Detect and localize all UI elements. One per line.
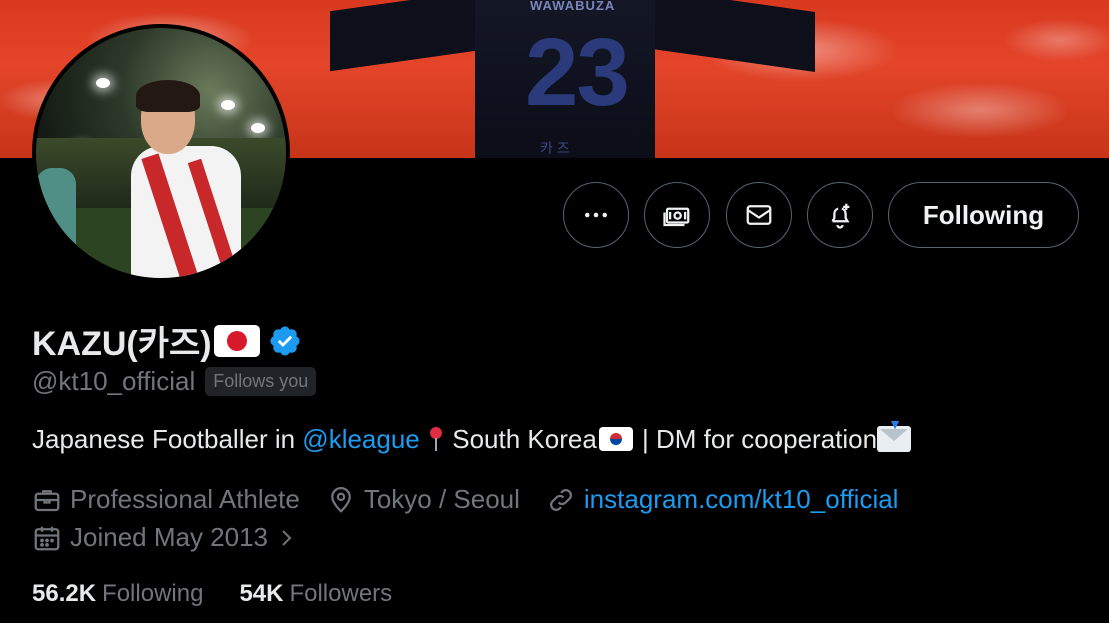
stadium-light	[221, 100, 235, 110]
bio-text: Japanese Footballer in	[32, 424, 303, 454]
user-handle: @kt10_official	[32, 366, 196, 396]
followers-count: 54K	[239, 580, 284, 607]
meta-joined[interactable]: Joined May 2013	[32, 522, 306, 553]
display-name: KAZU(카즈)	[32, 325, 212, 363]
bio-suffix: | DM for cooperation	[634, 424, 878, 454]
avatar[interactable]	[32, 24, 290, 282]
meta-category: Professional Athlete	[32, 484, 300, 515]
bio: Japanese Footballer in @kleague South Ko…	[32, 416, 912, 455]
following-stat[interactable]: 56.2K Following	[32, 580, 203, 608]
stadium-light	[96, 78, 110, 88]
website-link[interactable]: instagram.com/kt10_official	[584, 484, 899, 515]
stadium-light	[251, 123, 265, 133]
briefcase-icon	[34, 489, 60, 511]
meta-website[interactable]: instagram.com/kt10_official	[546, 484, 899, 515]
profile-meta: Professional Athlete Tokyo / Seoul insta…	[32, 484, 924, 515]
location-text: Tokyo / Seoul	[363, 484, 520, 514]
profile-stats: 56.2K Following 54K Followers	[32, 580, 428, 608]
follows-you-badge: Follows you	[205, 367, 317, 396]
chevron-right-icon	[282, 529, 292, 546]
background-player	[36, 168, 76, 278]
jersey-name: WAWABUZA	[530, 0, 616, 13]
avatar-photo	[36, 28, 286, 278]
japan-flag-icon	[213, 324, 260, 357]
bell-plus-icon	[831, 203, 850, 229]
verified-badge-icon[interactable]	[268, 324, 302, 358]
envelope-icon	[746, 205, 772, 225]
message-button[interactable]	[726, 182, 792, 248]
following-count: 56.2K	[32, 580, 97, 607]
handle-row: @kt10_official Follows you	[32, 366, 317, 397]
more-button[interactable]	[563, 182, 629, 248]
following-button[interactable]: Following	[888, 182, 1079, 248]
profile-meta-joined: Joined May 2013	[32, 522, 332, 553]
subscribe-button[interactable]	[644, 182, 710, 248]
player-hair	[136, 80, 200, 112]
followers-label: Followers	[289, 580, 393, 607]
bio-location: South Korea	[445, 424, 597, 454]
more-horizontal-icon	[585, 212, 607, 218]
location-pin-icon	[330, 486, 351, 513]
jersey-korean-name: 카 즈	[540, 140, 570, 156]
meta-location: Tokyo / Seoul	[326, 484, 520, 515]
link-icon	[549, 488, 572, 511]
mention-link[interactable]: @kleague	[302, 424, 419, 454]
calendar-icon	[34, 526, 60, 550]
notifications-button[interactable]	[807, 182, 873, 248]
incoming-envelope-icon	[877, 416, 912, 452]
category-text: Professional Athlete	[70, 484, 300, 514]
round-pushpin-icon	[430, 427, 443, 451]
money-icon	[663, 207, 690, 227]
jersey-number: 23	[525, 19, 630, 126]
south-korea-flag-icon	[598, 427, 633, 451]
joined-text: Joined May 2013	[70, 522, 269, 552]
followers-stat[interactable]: 54K Followers	[239, 580, 392, 608]
following-label: Following	[102, 580, 204, 607]
name-row: KAZU(카즈)	[32, 316, 302, 365]
